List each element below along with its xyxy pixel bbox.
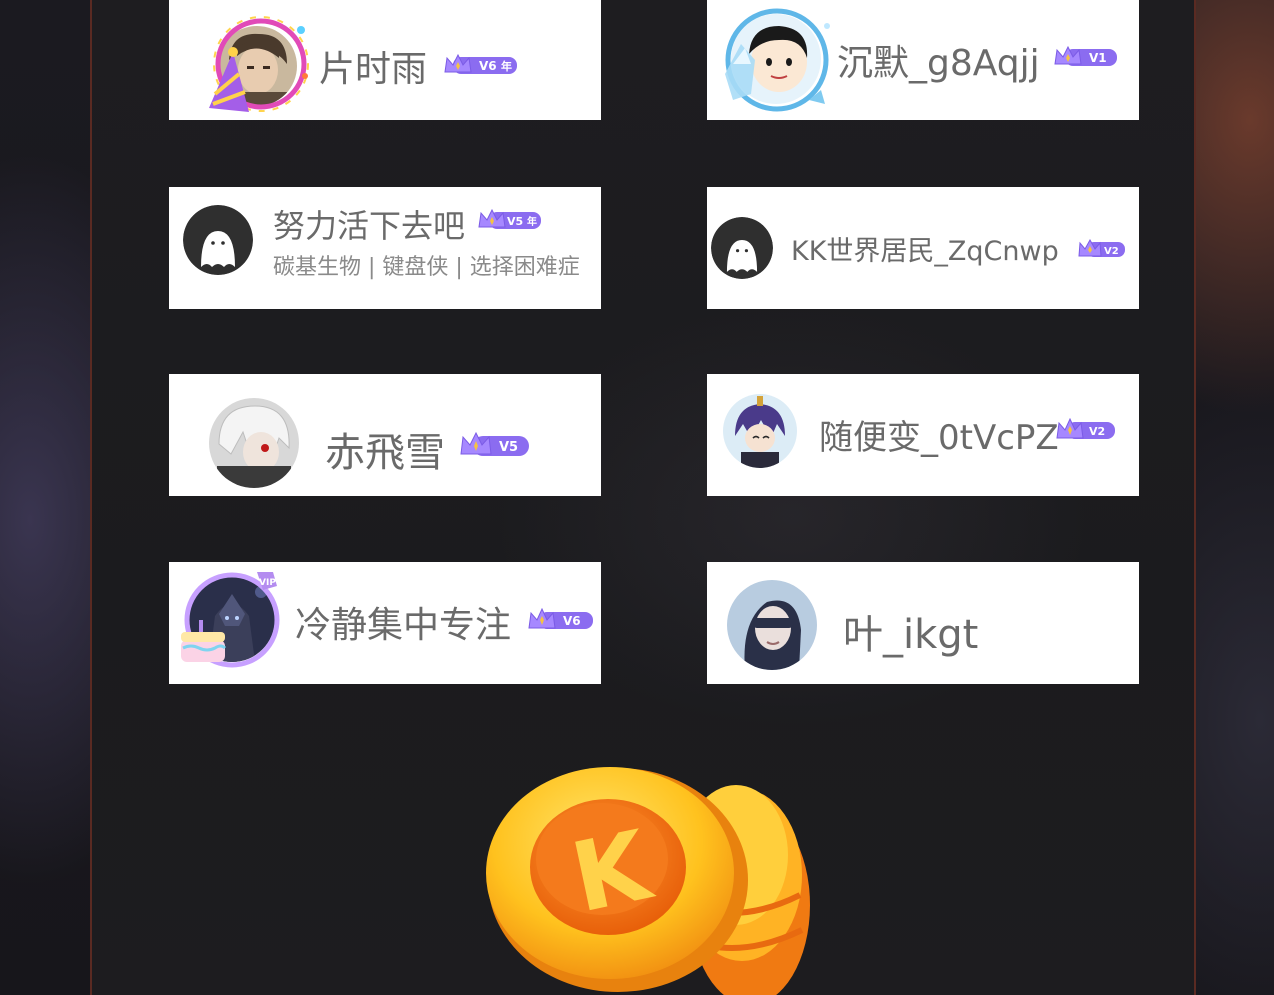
default-ghost-avatar bbox=[183, 205, 253, 275]
user-card-5[interactable]: 赤飛雪 V5 bbox=[169, 374, 601, 496]
vip-badge: V5 bbox=[459, 432, 529, 456]
chibi-character-avatar bbox=[723, 394, 797, 468]
vip-badge: V6 年 bbox=[443, 54, 517, 76]
vip-badge: V1 bbox=[1053, 46, 1117, 68]
svg-text:V2: V2 bbox=[1089, 425, 1105, 438]
user-name: 叶_ikgt bbox=[843, 612, 979, 658]
user-name: 冷静集中专注 bbox=[295, 605, 512, 646]
default-ghost-avatar bbox=[711, 217, 773, 279]
user-bio: 碳基生物 | 键盘侠 | 选择困难症 bbox=[273, 255, 580, 280]
vip-badge: V2 bbox=[1055, 418, 1115, 440]
vip-cake-frame: VIP bbox=[177, 568, 281, 672]
party-hat-frame bbox=[205, 12, 309, 116]
user-name: 片时雨 bbox=[319, 49, 428, 90]
user-card-2[interactable]: 沉默_g8Aqjj V1 bbox=[707, 0, 1139, 120]
user-name: 赤飛雪 bbox=[325, 430, 445, 476]
svg-text:年: 年 bbox=[501, 59, 512, 73]
svg-text:VIP: VIP bbox=[259, 578, 276, 588]
vip-badge: V5 年 bbox=[477, 209, 541, 231]
ice-frame bbox=[721, 4, 833, 116]
user-card-3[interactable]: 努力活下去吧 V5 年 碳基生物 | 键盘侠 | 选择困难症 bbox=[169, 187, 601, 309]
user-card-4[interactable]: KK世界居民_ZqCnwp V2 bbox=[707, 187, 1139, 309]
vip-badge: V6 bbox=[527, 608, 593, 630]
white-hair-anime-avatar bbox=[209, 398, 299, 488]
vip-badge: V2 bbox=[1077, 239, 1125, 261]
svg-text:V1: V1 bbox=[1089, 51, 1107, 65]
user-name: 努力活下去吧 bbox=[273, 207, 466, 245]
user-card-7[interactable]: VIP 冷静集中专注 V6 bbox=[169, 562, 601, 684]
k-coin-stack-icon: K bbox=[480, 755, 825, 995]
user-card-6[interactable]: 随便变_0tVcPZ V2 bbox=[707, 374, 1139, 496]
blindfold-anime-avatar bbox=[727, 580, 817, 670]
svg-text:V5: V5 bbox=[507, 215, 523, 228]
user-card-8[interactable]: 叶_ikgt bbox=[707, 562, 1139, 684]
svg-text:年: 年 bbox=[527, 215, 537, 228]
svg-text:V6: V6 bbox=[563, 614, 581, 628]
user-name: 沉默_g8Aqjj bbox=[837, 43, 1040, 84]
svg-text:V2: V2 bbox=[1104, 246, 1119, 257]
user-name: 随便变_0tVcPZ bbox=[819, 418, 1059, 458]
svg-text:V6: V6 bbox=[479, 59, 497, 73]
user-card-1[interactable]: 片时雨 V6 年 bbox=[169, 0, 601, 120]
user-name: KK世界居民_ZqCnwp bbox=[791, 236, 1059, 267]
svg-text:V5: V5 bbox=[499, 440, 518, 455]
page-background: 片时雨 V6 年 沉默_g8Aqjj V1 努力活下去吧 V5 年 碳基生物 |… bbox=[0, 0, 1274, 995]
